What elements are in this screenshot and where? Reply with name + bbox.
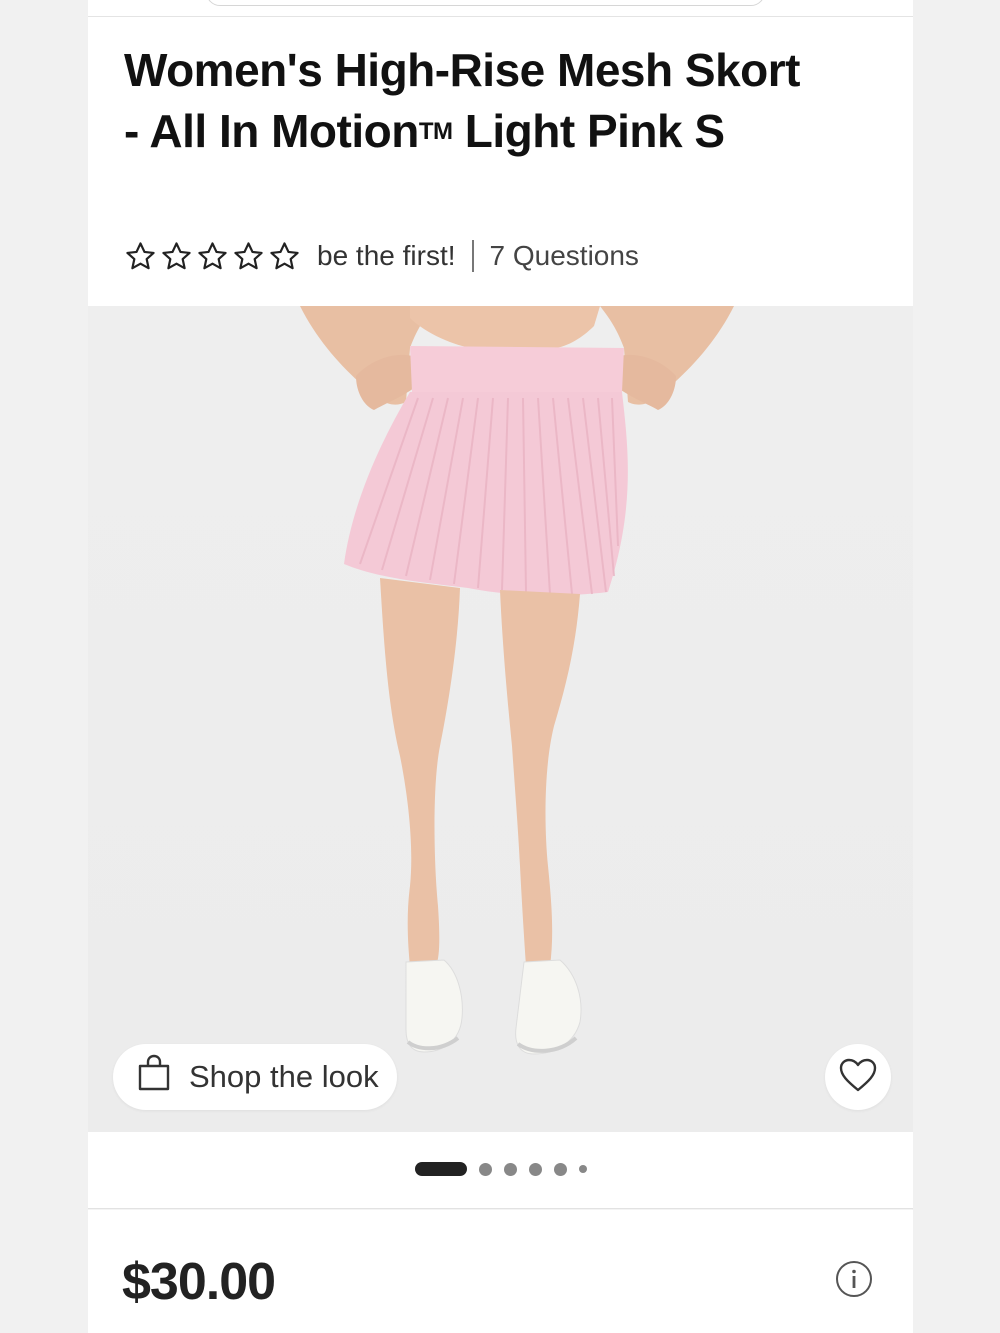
product-price: $30.00 (122, 1253, 276, 1311)
shop-the-look-button[interactable]: Shop the look (113, 1044, 397, 1110)
carousel-dot[interactable] (503, 1162, 517, 1176)
info-icon (835, 1261, 873, 1302)
carousel-indicator-card (88, 1132, 913, 1209)
star-outline-icon (232, 240, 265, 273)
star-outline-icon (160, 240, 193, 273)
product-image-carousel[interactable]: Shop the look (88, 306, 913, 1132)
price-info-button[interactable] (835, 1260, 873, 1298)
rating-stars[interactable] (124, 240, 301, 273)
shopping-bag-icon (137, 1054, 171, 1100)
rating-prompt-link[interactable]: be the first! (317, 240, 456, 272)
favorite-button[interactable] (825, 1044, 891, 1110)
page-background-right (912, 0, 1000, 1333)
questions-link[interactable]: 7 Questions (490, 240, 639, 272)
star-outline-icon (124, 240, 157, 273)
carousel-dot[interactable] (478, 1162, 492, 1176)
product-title-tail: Light Pink S (452, 105, 725, 157)
carousel-dots (88, 1162, 913, 1176)
product-photo (300, 306, 734, 1055)
carousel-dot-active[interactable] (414, 1162, 467, 1176)
top-search-strip (88, 0, 913, 17)
star-outline-icon (196, 240, 229, 273)
carousel-dot[interactable] (553, 1162, 567, 1176)
trademark-symbol: TM (418, 118, 453, 145)
rating-divider (471, 240, 474, 272)
heart-icon (838, 1057, 878, 1098)
rating-row: be the first! 7 Questions (124, 236, 639, 276)
star-outline-icon (268, 240, 301, 273)
product-title: Women's High-Rise Mesh Skort - All In Mo… (124, 40, 824, 162)
price-card: $30.00 (88, 1210, 913, 1333)
search-bar-edge[interactable] (206, 0, 765, 6)
carousel-dot[interactable] (528, 1162, 542, 1176)
product-header-card: Women's High-Rise Mesh Skort - All In Mo… (88, 0, 913, 306)
carousel-dot[interactable] (578, 1165, 587, 1173)
page-background-left (0, 0, 88, 1333)
shop-the-look-label: Shop the look (189, 1059, 379, 1094)
